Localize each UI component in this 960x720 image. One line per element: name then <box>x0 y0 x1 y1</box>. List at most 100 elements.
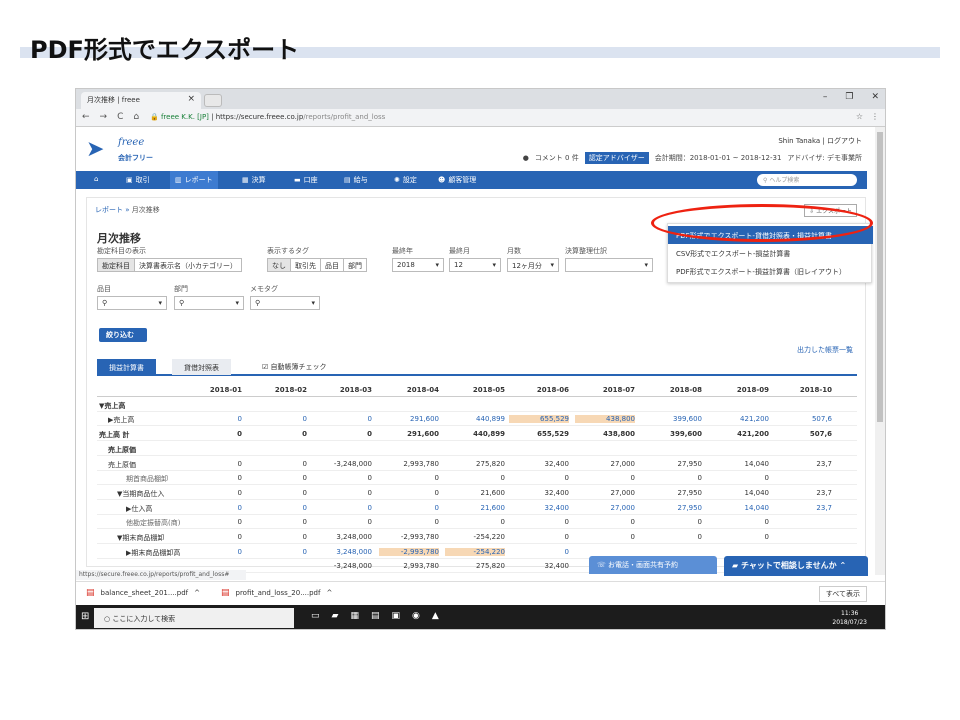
nav-item-transactions[interactable]: ▣ 取引 <box>126 175 150 185</box>
table-cell[interactable]: -2,993,780 <box>379 547 439 556</box>
table-cell[interactable]: 0 <box>247 548 307 556</box>
memo-tag-filter-input[interactable]: ⚲ ▾ <box>250 296 320 310</box>
table-cell[interactable]: 0 <box>312 504 372 512</box>
breadcrumb-root[interactable]: レポート <box>95 206 123 214</box>
tag-none[interactable]: なし <box>267 258 291 272</box>
freee-logo[interactable]: ➤ freee 会計フリー <box>86 135 166 165</box>
closing-entry-select[interactable]: ▾ <box>565 258 653 272</box>
download-item[interactable]: ▤ balance_sheet_201....pdf ^ <box>86 588 200 598</box>
export-csv-pl[interactable]: CSV形式でエクスポート-損益計算書 <box>668 244 873 262</box>
explorer-icon[interactable]: ▰ <box>332 611 339 621</box>
auto-check-toggle[interactable]: ☑ 自動帳簿チェック <box>262 362 327 372</box>
minimize-icon[interactable]: – <box>823 92 828 102</box>
accounting-period[interactable]: 会計期間：2018-01-01 ~ 2018-12-31 <box>655 153 782 163</box>
taskbar-search-input[interactable]: ○ ここに入力して検索 <box>94 608 294 628</box>
maximize-icon[interactable]: ❐ <box>845 92 853 102</box>
export-pdf-pl-old[interactable]: PDF形式でエクスポート-損益計算書（旧レイアウト） <box>668 262 873 280</box>
table-cell[interactable]: 0 <box>247 504 307 512</box>
bookmark-star-icon[interactable]: ☆ <box>856 112 863 121</box>
help-search-input[interactable]: ⚲ ヘルプ検索 <box>757 174 857 186</box>
tag-partner[interactable]: 取引先 <box>290 258 321 272</box>
nav-item-reports[interactable]: ▥ レポート <box>170 171 218 189</box>
table-cell[interactable]: 3,248,000 <box>312 548 372 556</box>
logout-link[interactable]: ログアウト <box>827 137 862 145</box>
tag-item[interactable]: 品目 <box>320 258 344 272</box>
table-cell[interactable]: 291,600 <box>379 415 439 423</box>
nav-item-accounts[interactable]: ▬ 口座 <box>294 175 318 185</box>
task-view-icon[interactable]: ▭ <box>311 611 320 621</box>
table-cell[interactable]: 0 <box>247 415 307 423</box>
table-cell[interactable]: -254,220 <box>445 547 505 556</box>
row-label[interactable]: ▼売上高 <box>99 401 125 411</box>
table-cell[interactable]: 0 <box>182 415 242 423</box>
table-cell[interactable]: 0 <box>182 548 242 556</box>
close-window-icon[interactable]: ✕ <box>871 92 879 102</box>
windows-start-icon[interactable]: ⊞ <box>81 611 89 622</box>
table-cell[interactable]: 27,950 <box>642 504 703 512</box>
tab-balance-sheet[interactable]: 貸借対照表 <box>172 359 231 375</box>
row-label[interactable]: ▶期末商品棚卸高 <box>126 548 180 558</box>
tab-profit-loss[interactable]: 損益計算書 <box>97 359 156 375</box>
page-scrollbar[interactable] <box>875 127 885 575</box>
chevron-down-icon: ▾ <box>158 299 162 307</box>
option-statement-name[interactable]: 決算書表示名（小カテゴリー） <box>134 258 242 272</box>
url-field[interactable]: 🔒 freee K.K. [JP] | https://secure.freee… <box>146 111 746 125</box>
nav-item-settings[interactable]: ✺ 設定 <box>394 175 417 185</box>
table-cell[interactable]: 21,600 <box>445 504 506 512</box>
table-cell[interactable]: 32,400 <box>509 504 570 512</box>
row-label[interactable]: ▼期末商品棚卸 <box>117 533 164 543</box>
table-cell[interactable]: 440,899 <box>445 415 505 423</box>
user-name[interactable]: Shin Tanaka <box>778 137 820 145</box>
chevron-up-icon[interactable]: ^ <box>326 589 332 597</box>
table-cell[interactable]: 655,529 <box>509 415 569 424</box>
table-cell[interactable]: 438,800 <box>575 415 635 424</box>
filter-button[interactable]: 絞り込む <box>99 328 147 342</box>
table-cell[interactable]: 0 <box>379 504 439 512</box>
final-month-select[interactable]: 12 ▾ <box>449 258 501 272</box>
nav-item-closing[interactable]: ▦ 決算 <box>242 175 266 185</box>
table-cell[interactable]: 14,040 <box>709 504 770 512</box>
chat-button[interactable]: ▰ チャットで相談しませんか ⌃ <box>724 556 868 576</box>
comments-link[interactable]: コメント 0 件 <box>535 153 579 163</box>
excel-icon[interactable]: ▦ <box>350 611 359 621</box>
reload-icon[interactable]: C <box>117 112 123 122</box>
back-icon[interactable]: ← <box>82 112 90 122</box>
home-icon[interactable]: ⌂ <box>133 112 139 122</box>
table-cell[interactable]: 0 <box>312 415 372 423</box>
table-cell[interactable]: 507,6 <box>772 415 832 423</box>
dept-filter-input[interactable]: ⚲ ▾ <box>174 296 244 310</box>
final-year-select[interactable]: 2018 ▾ <box>392 258 444 272</box>
tag-dept[interactable]: 部門 <box>343 258 367 272</box>
acrobat-icon[interactable]: ▲ <box>432 611 439 621</box>
tab-close-icon[interactable]: × <box>187 94 195 104</box>
powerpoint-icon[interactable]: ▣ <box>391 611 400 621</box>
table-cell[interactable]: 0 <box>509 548 569 556</box>
home-nav-icon[interactable]: ⌂ <box>94 175 98 183</box>
taskbar-clock[interactable]: 11:36 2018/07/23 <box>832 609 867 627</box>
browser-tab[interactable]: 月次推移 | freee × <box>81 92 201 109</box>
row-label[interactable]: ▶仕入高 <box>126 504 152 514</box>
months-select[interactable]: 12ヶ月分 ▾ <box>507 258 559 272</box>
scrollbar-thumb[interactable] <box>877 132 883 422</box>
forward-icon[interactable]: → <box>100 112 108 122</box>
report-list-link[interactable]: 出力した帳票一覧 <box>797 345 853 355</box>
show-all-downloads-button[interactable]: すべて表示 <box>818 586 867 602</box>
item-filter-input[interactable]: ⚲ ▾ <box>97 296 167 310</box>
table-cell[interactable]: 0 <box>182 504 242 512</box>
nav-item-payroll[interactable]: ▤ 給与 <box>344 175 368 185</box>
call-booking-button[interactable]: ☏ お電話・画面共有予約 <box>589 556 717 574</box>
table-cell[interactable]: 23,7 <box>772 504 832 512</box>
download-item[interactable]: ▤ profit_and_loss_20....pdf ^ <box>221 588 332 598</box>
table-cell[interactable]: 421,200 <box>709 415 769 423</box>
row-label[interactable]: ▼当期商品仕入 <box>117 489 164 499</box>
table-cell[interactable]: 399,600 <box>642 415 702 423</box>
table-cell[interactable]: 27,000 <box>575 504 636 512</box>
chevron-up-icon[interactable]: ^ <box>194 589 200 597</box>
nav-item-clients[interactable]: ☻ 顧客管理 <box>438 175 476 185</box>
new-tab-button[interactable] <box>204 94 222 107</box>
chrome-icon[interactable]: ◉ <box>412 611 420 621</box>
menu-dots-icon[interactable]: ⋮ <box>871 112 879 121</box>
row-label[interactable]: ▶売上高 <box>108 415 134 425</box>
word-icon[interactable]: ▤ <box>371 611 380 621</box>
option-account[interactable]: 勘定科目 <box>97 258 135 272</box>
